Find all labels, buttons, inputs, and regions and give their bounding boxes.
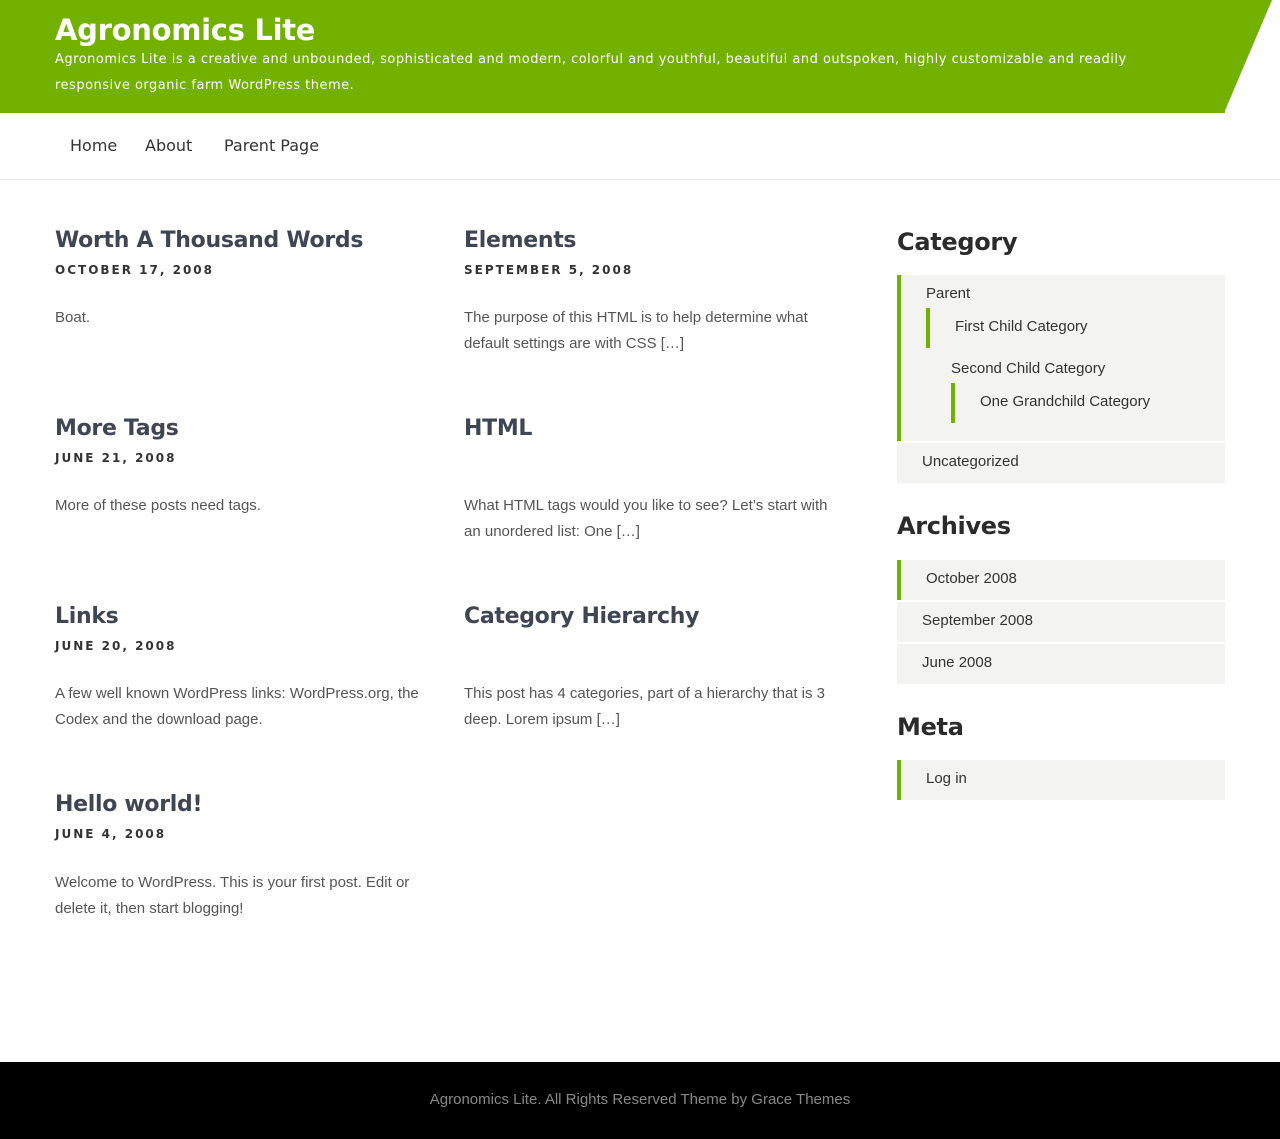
child-indent-bar [926,308,930,348]
post-excerpt: This post has 4 categories, part of a hi… [464,685,826,728]
post-excerpt: The purpose of this HTML is to help dete… [464,309,808,352]
meta-item: Log in [897,760,1225,800]
archive-link-september-2008[interactable]: September 2008 [922,612,1033,629]
post-date: OCTOBER 17, 2008 [55,263,214,277]
category-parent-group: Parent First Child Category Second Child… [897,275,1225,441]
post-excerpt: A few well known WordPress links: WordPr… [55,685,419,728]
nav-item-home[interactable]: Home [70,136,117,155]
post-date: JUNE 21, 2008 [55,451,177,465]
category-link-second-child[interactable]: Second Child Category [951,360,1105,377]
footer-copyright: Agronomics Lite. All Rights Reserved The… [429,1091,851,1108]
post-title-link[interactable]: Worth A Thousand Words [55,228,425,253]
header-slant-decoration [1224,0,1272,113]
post-title-link[interactable]: More Tags [55,416,425,441]
category-link-parent[interactable]: Parent [926,285,970,302]
post-title-link[interactable]: HTML [464,416,834,441]
site-description: Agronomics Lite is a creative and unboun… [55,52,1127,93]
post-card: Elements SEPTEMBER 5, 2008 The purpose o… [464,228,834,352]
nav-item-about[interactable]: About [145,136,192,155]
site-header: Agronomics Lite Agronomics Lite is a cre… [0,0,1280,113]
archive-link-october-2008[interactable]: October 2008 [926,570,1017,587]
category-link-first-child[interactable]: First Child Category [955,318,1088,335]
post-title-link[interactable]: Elements [464,228,834,253]
post-card: Worth A Thousand Words OCTOBER 17, 2008 … [55,228,425,326]
post-excerpt: Boat. [55,309,91,326]
category-item-uncategorized: Uncategorized [897,443,1225,483]
post-excerpt: What HTML tags would you like to see? Le… [464,497,828,540]
post-card: More Tags JUNE 21, 2008 More of these po… [55,416,425,514]
archive-item: June 2008 [897,644,1225,684]
grandchild-indent-bar [951,383,955,423]
category-link-grandchild[interactable]: One Grandchild Category [980,393,1150,410]
meta-link-log-in[interactable]: Log in [926,770,967,787]
post-date: SEPTEMBER 5, 2008 [464,263,634,277]
post-excerpt: Welcome to WordPress. This is your first… [55,874,410,917]
post-card: Category Hierarchy This post has 4 categ… [464,604,834,728]
archive-link-june-2008[interactable]: June 2008 [922,654,992,671]
archives-widget-title: Archives [897,512,1011,540]
archive-item: September 2008 [897,602,1225,642]
site-title-link[interactable]: Agronomics Lite [55,13,315,47]
post-title-link[interactable]: Hello world! [55,792,425,817]
post-excerpt: More of these posts need tags. [55,497,261,514]
meta-widget-title: Meta [897,713,964,741]
post-card: Hello world! JUNE 4, 2008 Welcome to Wor… [55,792,425,917]
category-widget-title: Category [897,228,1018,256]
site-footer: Agronomics Lite. All Rights Reserved The… [0,1062,1280,1139]
main-navigation: Home About Parent Page [0,113,1280,180]
post-card: HTML What HTML tags would you like to se… [464,416,834,540]
nav-item-parent-page[interactable]: Parent Page [224,136,319,155]
category-link-uncategorized[interactable]: Uncategorized [922,453,1019,470]
post-card: Links JUNE 20, 2008 A few well known Wor… [55,604,425,728]
post-title-link[interactable]: Category Hierarchy [464,604,834,629]
archive-item: October 2008 [897,560,1225,600]
post-title-link[interactable]: Links [55,604,425,629]
post-date: JUNE 20, 2008 [55,639,177,653]
post-date: JUNE 4, 2008 [55,827,167,841]
